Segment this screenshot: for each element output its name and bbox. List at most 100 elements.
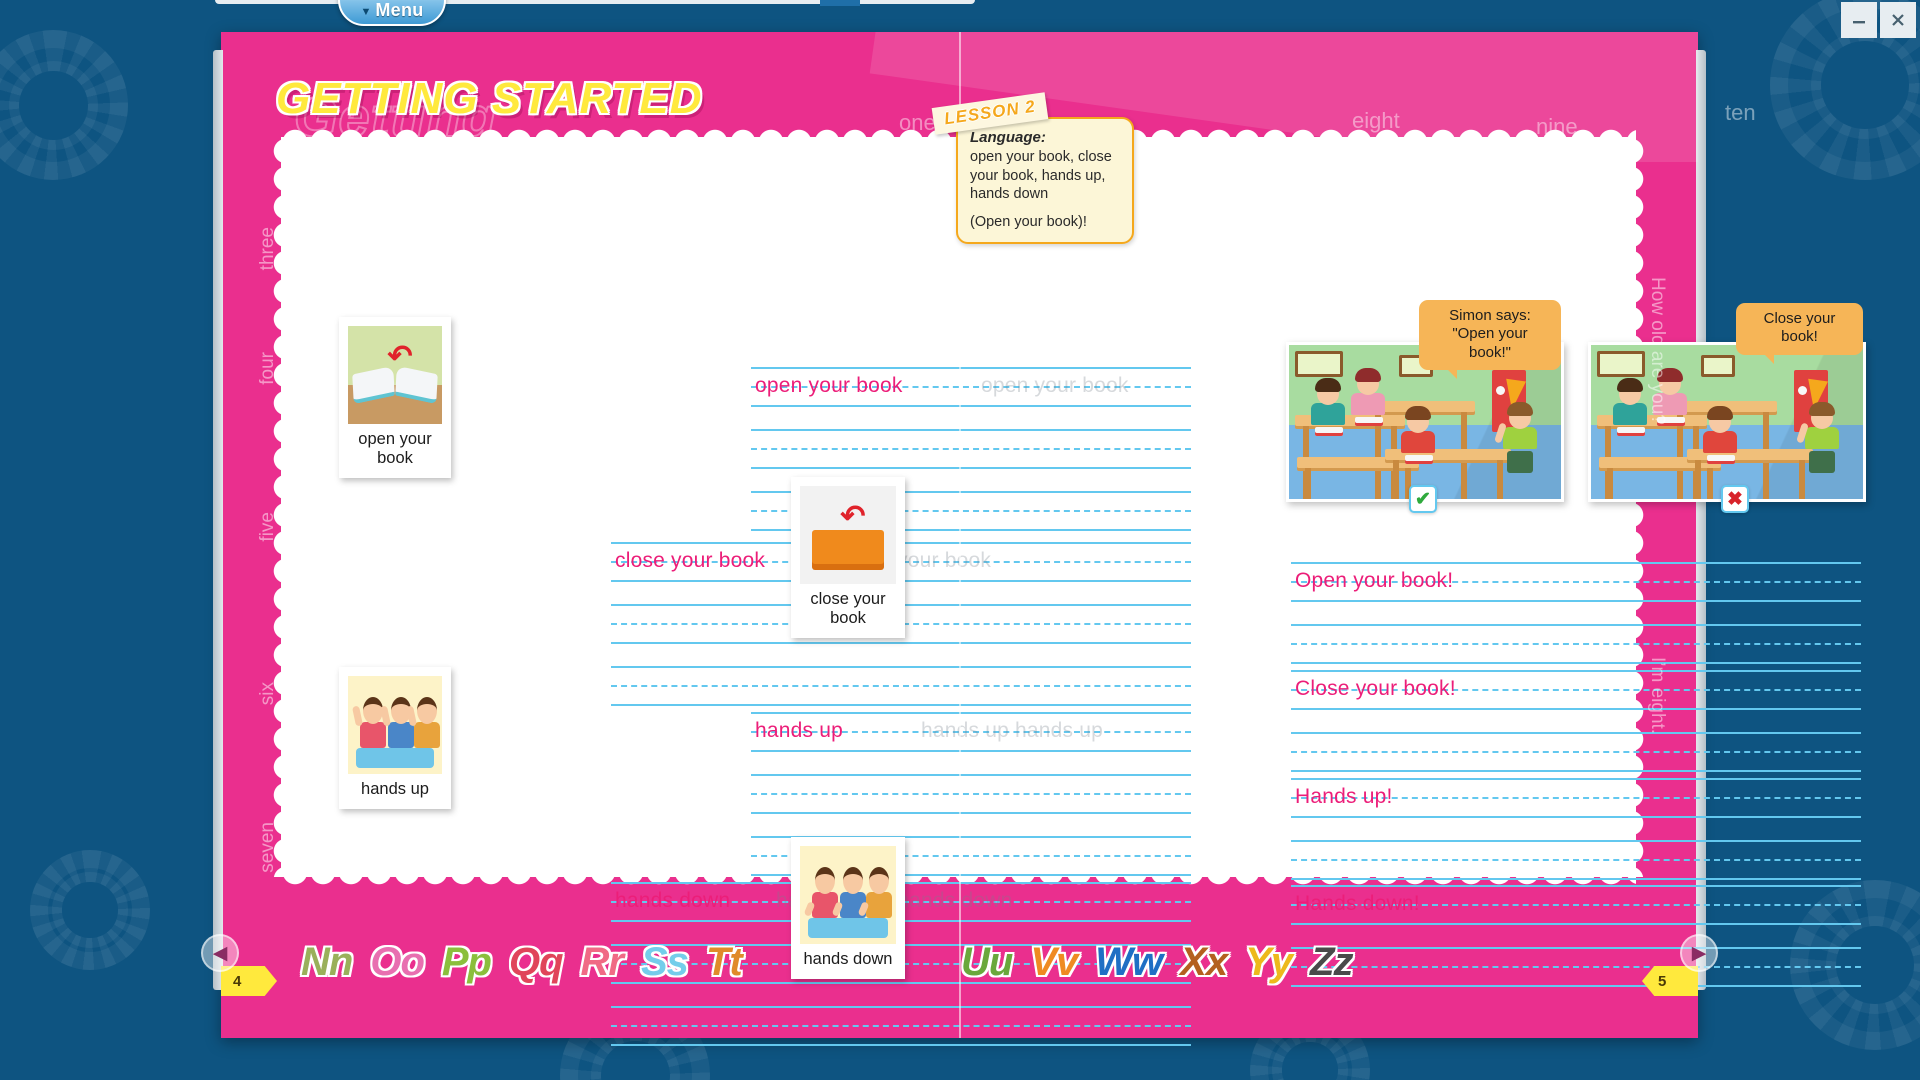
handwriting-line-gap [751,407,1191,429]
page-number-right: 5 [1642,966,1698,996]
alphabet-letter[interactable]: Xx [1180,942,1228,982]
alphabet-letter[interactable]: Pp [442,942,492,982]
number-watermark: one [899,110,936,135]
handwriting-practice-row[interactable]: Close your book! [1291,670,1861,772]
close-icon [1892,14,1904,26]
handwriting-line[interactable]: Close your book! [1291,670,1861,710]
right-margin-word: How old are you? [1647,277,1668,425]
handwriting-prompt: Hands up! [1295,785,1393,809]
application-background: ▼ Menu Getting Start GETTING STARTED one… [0,0,1920,1080]
open-book-illustration: ↶ [348,326,442,424]
alphabet-letter[interactable]: Ss [641,942,689,982]
handwriting-line-gap [751,752,1191,774]
alphabet-letter[interactable]: Rr [581,942,624,982]
handwriting-prompt: close your book [615,549,766,573]
top-chrome-nub [820,0,860,6]
handwriting-line-gap [1291,710,1861,732]
vocabulary-card-caption: close your book [810,590,886,628]
curved-arrow-icon: ↶ [840,499,866,533]
decorative-gear-icon [30,850,150,970]
classroom-illustration [1591,345,1863,499]
alphabet-letter[interactable]: Nn [301,942,353,982]
book-spread: Getting Start GETTING STARTED one two eigh… [201,32,1866,1046]
handwriting-line-gap [1291,818,1861,840]
alphabet-letter[interactable]: Zz [1310,942,1353,982]
number-watermark: ten [1725,100,1756,125]
hands-up-illustration [348,676,442,774]
number-watermark: two [856,137,891,162]
vocabulary-card[interactable]: ↶ close your book [791,477,905,639]
left-margin-word: three [257,227,278,271]
alphabet-letter[interactable]: Vv [1030,942,1078,982]
page-number-left: 4 [221,966,277,996]
speech-bubble: Close your book! [1736,303,1863,364]
simon-says-open-book-scene[interactable]: Simon says: "Open your book!" ✔ [1286,300,1564,513]
handwriting-line[interactable]: open your book open your book [751,367,1191,407]
arrow-right-icon: ▶ [1691,942,1707,964]
close-button[interactable] [1880,2,1916,38]
left-margin-word: five [257,512,278,542]
alphabet-letter[interactable]: Ww [1095,942,1163,982]
language-note-cue: (Open your book)! [970,213,1087,230]
page-title: GETTING STARTED [276,74,703,123]
top-chrome-strip [215,0,975,4]
language-note-box: Language: open your book, close your boo… [956,117,1134,244]
next-page-button[interactable]: ▶ [1680,934,1718,972]
handwriting-line[interactable] [751,429,1191,469]
menu-button-label: Menu [375,0,424,20]
speech-bubble: Simon says: "Open your book!" [1419,300,1561,379]
handwriting-line-gap [611,644,1191,666]
handwriting-line[interactable]: Hands up! [1291,778,1861,818]
vocabulary-card-caption: open your book [358,430,432,468]
vocabulary-card[interactable]: ↶ open your book [339,317,451,479]
alphabet-letters-left: Nn Oo Pp Qq Rr Ss Tt [301,942,743,982]
close-your-book-scene[interactable]: Close your book! ✖ [1588,303,1866,513]
menu-button[interactable]: ▼ Menu [338,0,446,26]
language-note-body: open your book, close your book, hands u… [970,149,1112,203]
handwriting-prompt: Close your book! [1295,677,1456,701]
window-controls [1841,2,1916,38]
vocabulary-card[interactable]: hands up [339,667,451,810]
alphabet-letter[interactable]: Qq [509,942,564,982]
handwriting-line[interactable] [611,666,1191,706]
handwriting-trace-ghost: hands up hands up [921,719,1104,743]
alphabet-strip: Nn Oo Pp Qq Rr Ss Tt Uu Vv Ww Xx Yy Zz 4 5 [221,878,1698,1038]
handwriting-line[interactable] [1291,624,1861,664]
number-watermark: eight [1352,108,1400,133]
alphabet-letter[interactable]: Yy [1245,942,1293,982]
handwriting-line-gap [1291,602,1861,624]
alphabet-letter[interactable]: Uu [961,942,1013,982]
right-margin-word: I’m eight. [1647,657,1668,735]
left-margin-word: six [257,682,278,706]
decorative-gear-icon [0,30,128,180]
minimize-icon [1853,21,1865,24]
vocabulary-card-caption: hands up [361,780,429,798]
alphabet-letters-right: Uu Vv Ww Xx Yy Zz [961,942,1353,982]
handwriting-line[interactable] [1291,732,1861,772]
arrow-left-icon: ◀ [212,942,228,964]
handwriting-line[interactable] [1291,840,1861,880]
alphabet-letter[interactable]: Tt [706,942,743,982]
handwriting-prompt: open your book [755,374,903,398]
handwriting-line-gap [751,814,1191,836]
handwriting-line[interactable]: hands up hands up hands up [751,712,1191,752]
chevron-down-icon: ▼ [360,6,372,18]
previous-page-button[interactable]: ◀ [201,934,239,972]
alphabet-letter[interactable]: Oo [370,942,425,982]
minimize-button[interactable] [1841,2,1877,38]
handwriting-prompt: Open your book! [1295,569,1454,593]
handwriting-practice-row[interactable]: Hands up! [1291,778,1861,880]
handwriting-trace-ghost: open your book [981,374,1129,398]
handwriting-line[interactable]: Open your book! [1291,562,1861,602]
handwriting-practice-row[interactable]: Open your book! [1291,562,1861,664]
closed-book-illustration: ↶ [800,486,896,584]
left-margin-word: four [257,352,278,385]
page-number-left-label: 4 [233,972,242,990]
curved-arrow-icon: ↶ [387,339,413,373]
handwriting-line[interactable] [751,774,1191,814]
correct-check-icon: ✔ [1409,485,1437,513]
incorrect-cross-icon: ✖ [1721,485,1749,513]
language-note-heading: Language: [970,129,1046,146]
page-number-right-label: 5 [1658,972,1667,990]
page-title-group: Getting Start GETTING STARTED [276,74,703,196]
